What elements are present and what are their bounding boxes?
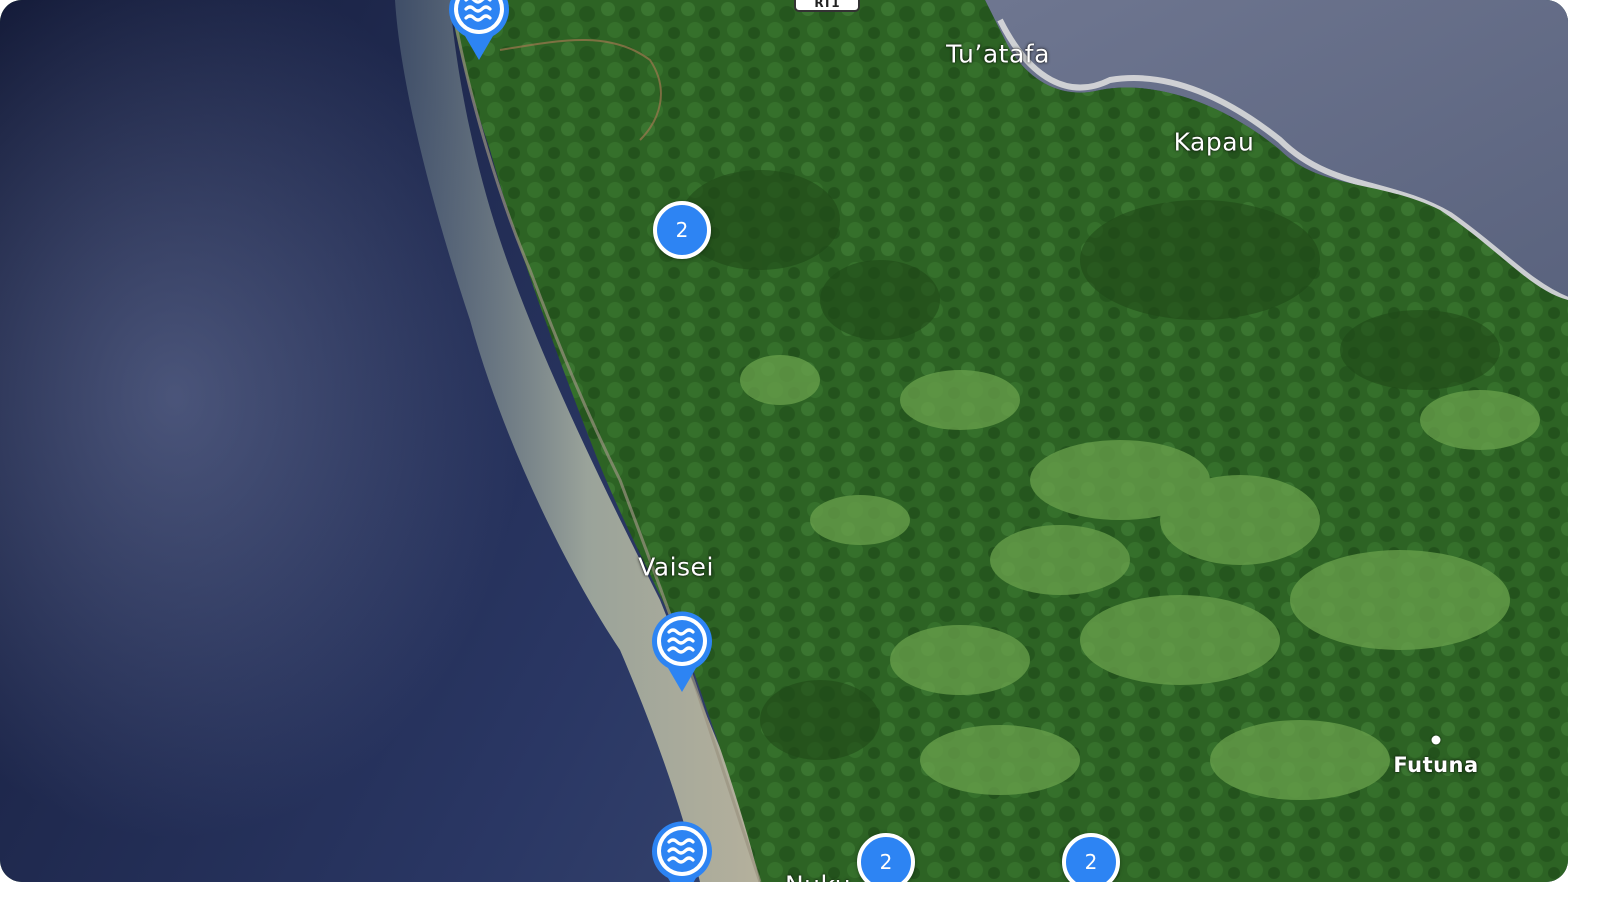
place-label-futuna[interactable]: Futuna: [1393, 753, 1478, 777]
cluster-marker[interactable]: 2: [857, 833, 915, 882]
cluster-count: 2: [879, 850, 893, 874]
road-shield: RT1: [794, 0, 860, 12]
water-pin[interactable]: [650, 610, 714, 694]
place-label-nuku[interactable]: Nuku: [785, 871, 851, 883]
cluster-marker[interactable]: 2: [653, 201, 711, 259]
satellite-imagery: [0, 0, 1568, 882]
satellite-map[interactable]: RT1 Tu’atafa Kapau Vaisei Futuna Nuku: [0, 0, 1568, 882]
place-label-tuatafa[interactable]: Tu’atafa: [946, 40, 1050, 69]
water-waves-icon: [652, 821, 712, 882]
cluster-count: 2: [675, 218, 689, 242]
place-label-kapau[interactable]: Kapau: [1174, 128, 1255, 157]
cluster-marker[interactable]: 2: [1062, 833, 1120, 882]
road-shield-label: RT1: [814, 0, 840, 10]
water-waves-icon: [449, 0, 509, 60]
town-dot-futuna: [1431, 735, 1441, 745]
water-waves-icon: [652, 611, 712, 692]
cluster-count: 2: [1084, 850, 1098, 874]
place-label-vaisei[interactable]: Vaisei: [638, 553, 714, 582]
water-pin[interactable]: [447, 0, 511, 62]
water-pin[interactable]: [650, 820, 714, 882]
